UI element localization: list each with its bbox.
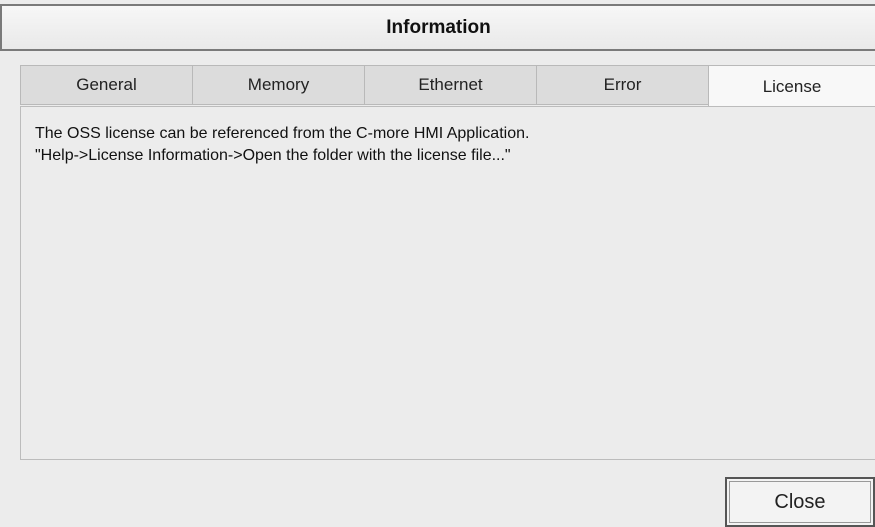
tab-error[interactable]: Error — [536, 65, 708, 105]
tab-license[interactable]: License — [708, 65, 875, 107]
information-dialog: Information General Memory Ethernet Erro… — [0, 0, 875, 527]
tab-bar: General Memory Ethernet Error License — [20, 65, 875, 107]
close-button[interactable]: Close — [725, 477, 875, 527]
title-bar: Information — [0, 4, 875, 51]
tab-memory[interactable]: Memory — [192, 65, 364, 105]
tab-general[interactable]: General — [20, 65, 192, 105]
tab-ethernet[interactable]: Ethernet — [364, 65, 536, 105]
license-panel: The OSS license can be referenced from t… — [20, 106, 875, 460]
license-text-line-2: "Help->License Information->Open the fol… — [35, 147, 511, 164]
dialog-title: Information — [386, 16, 491, 38]
license-text-line-1: The OSS license can be referenced from t… — [35, 125, 530, 142]
